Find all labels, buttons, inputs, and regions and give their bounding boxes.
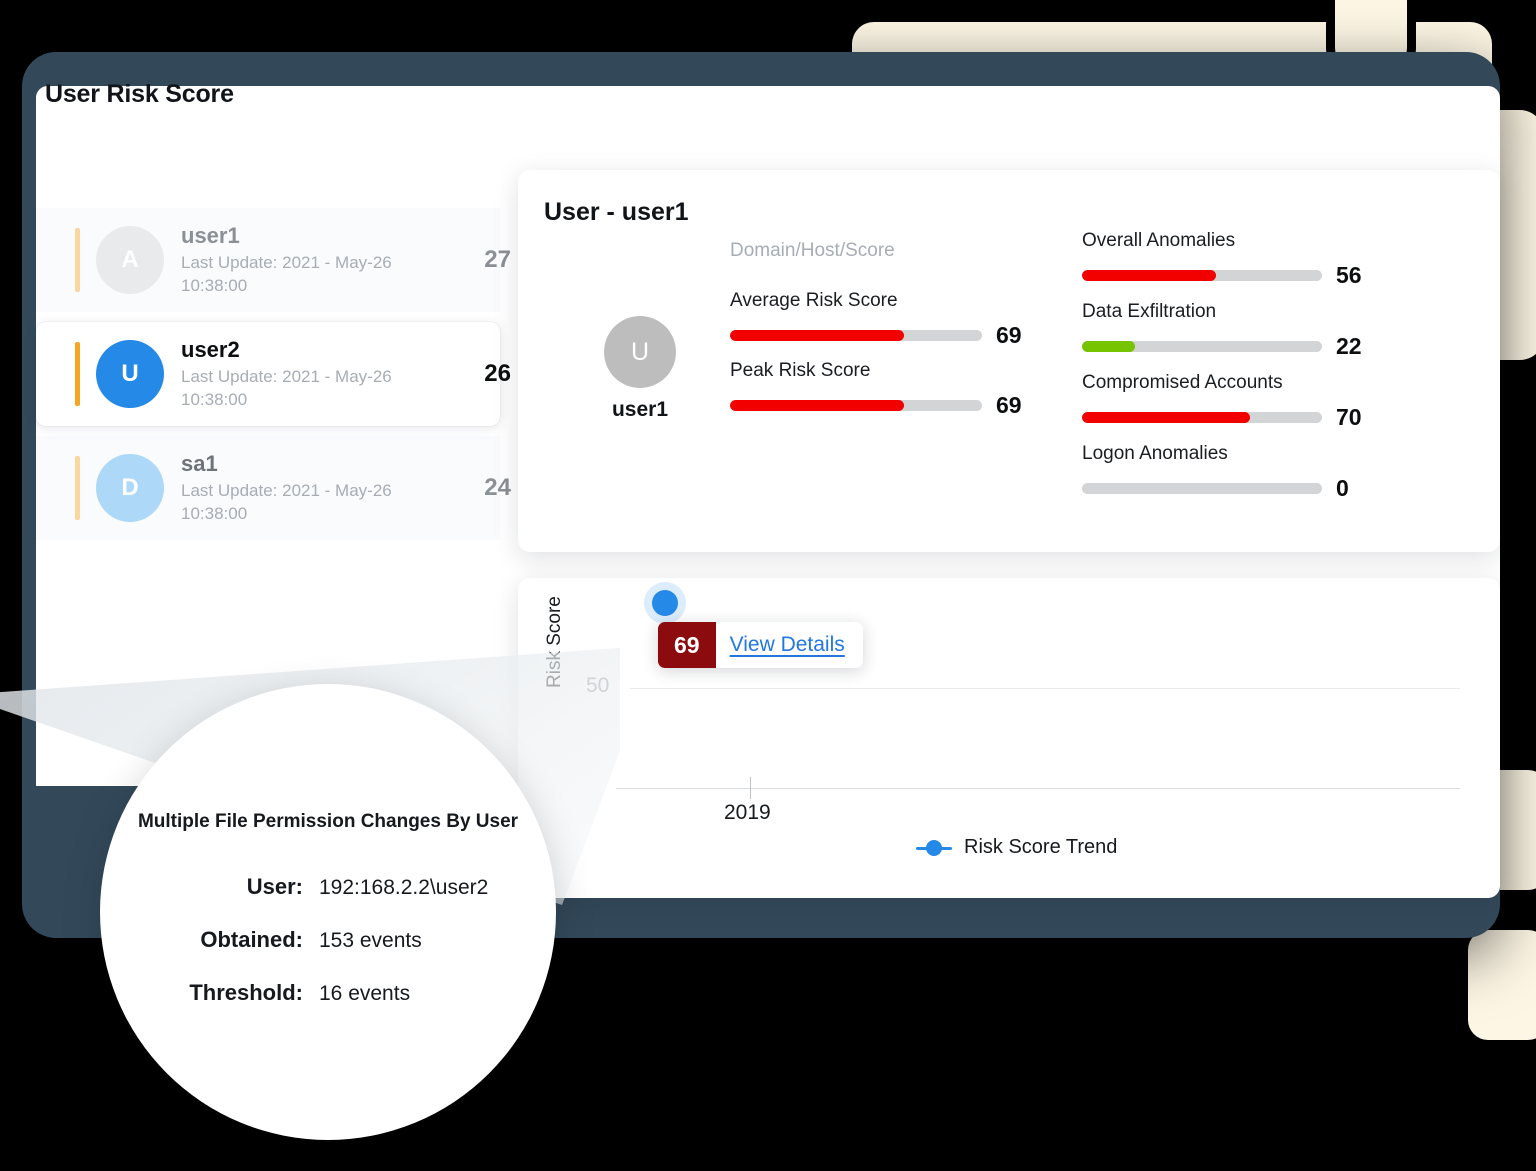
- metric-label: Logon Anomalies: [1082, 443, 1228, 464]
- metric-value: 22: [1336, 333, 1362, 359]
- metric-compromised-accounts: Compromised Accounts 70: [1082, 372, 1370, 431]
- chart-x-tick-label: 2019: [724, 801, 771, 824]
- metric-peak-risk-score: Peak Risk Score 69: [730, 360, 1030, 419]
- progress-bar: [1082, 412, 1322, 423]
- metric-value: 70: [1336, 404, 1362, 430]
- user-score: 24: [484, 474, 511, 501]
- user-name: user1: [181, 223, 240, 249]
- avatar: A: [96, 226, 164, 294]
- magnifier-title: Multiple File Permission Changes By User: [137, 811, 519, 832]
- metric-data-exfiltration: Data Exfiltration 22: [1082, 301, 1370, 360]
- chart-gridline: [630, 688, 1460, 689]
- row-accent-bar: [75, 342, 80, 406]
- user-score: 27: [484, 246, 511, 273]
- legend-label: Risk Score Trend: [964, 836, 1118, 858]
- avatar: U: [604, 316, 676, 388]
- domain-host-score-label: Domain/Host/Score: [730, 240, 895, 261]
- metric-value: 0: [1336, 475, 1349, 501]
- user-last-update: Last Update: 2021 - May-26 10:38:00: [181, 367, 392, 410]
- user-detail-card: User - user1 U user1 Domain/Host/Score A…: [518, 170, 1500, 552]
- field-label: Obtained:: [200, 927, 303, 952]
- magnifier-lens: Multiple File Permission Changes By User…: [100, 684, 556, 1140]
- field-label: Threshold:: [189, 980, 303, 1005]
- chart-y-tick-label: 50: [586, 674, 610, 697]
- chart-x-axis: [616, 788, 1460, 789]
- risk-score-trend-chart-card: Risk Score 50 2019 69 View Details Risk …: [518, 578, 1500, 898]
- metric-label: Peak Risk Score: [730, 360, 871, 381]
- chart-x-tick-mark: [750, 777, 751, 799]
- user-last-update: Last Update: 2021 - May-26 10:38:00: [181, 253, 392, 296]
- metric-label: Data Exfiltration: [1082, 301, 1217, 322]
- metric-value: 69: [996, 322, 1022, 348]
- list-item[interactable]: D sa1 Last Update: 2021 - May-26 10:38:0…: [36, 436, 511, 540]
- progress-bar-fill: [730, 330, 904, 341]
- progress-bar-fill: [1082, 270, 1217, 281]
- chart-legend: Risk Score Trend: [916, 836, 1117, 859]
- tooltip-score-badge: 69: [658, 622, 716, 668]
- user-score: 26: [484, 360, 511, 387]
- progress-bar: [1082, 341, 1322, 352]
- list-item[interactable]: U user2 Last Update: 2021 - May-26 10:38…: [36, 322, 511, 426]
- progress-bar-fill: [1082, 412, 1250, 423]
- view-details-link[interactable]: View Details: [716, 622, 863, 668]
- user-name: sa1: [181, 451, 218, 477]
- legend-marker-icon: [916, 839, 952, 856]
- metric-label: Average Risk Score: [730, 290, 898, 311]
- decorative-tab-right-lower: [1468, 930, 1536, 1040]
- progress-bar-fill: [1082, 341, 1135, 352]
- magnifier-field-obtained: Obtained: 153 events: [100, 927, 556, 953]
- row-accent-bar: [75, 456, 80, 520]
- metric-label: Overall Anomalies: [1082, 230, 1236, 251]
- progress-bar: [1082, 270, 1322, 281]
- metric-label: Compromised Accounts: [1082, 372, 1283, 393]
- field-value: 192:168.2.2\user2: [319, 876, 489, 899]
- magnifier-field-threshold: Threshold: 16 events: [100, 980, 556, 1006]
- user-last-update: Last Update: 2021 - May-26 10:38:00: [181, 481, 392, 524]
- row-accent-bar: [75, 228, 80, 292]
- progress-bar: [730, 330, 982, 341]
- list-item[interactable]: A user1 Last Update: 2021 - May-26 10:38…: [36, 208, 511, 312]
- metric-value: 69: [996, 392, 1022, 418]
- user-name: user2: [181, 337, 240, 363]
- field-value: 16 events: [319, 982, 411, 1005]
- metric-value: 56: [1336, 262, 1362, 288]
- metric-overall-anomalies: Overall Anomalies 56: [1082, 230, 1370, 289]
- avatar: U: [96, 340, 164, 408]
- chart-tooltip[interactable]: 69 View Details: [658, 622, 863, 668]
- detail-card-title: User - user1: [544, 198, 689, 226]
- progress-bar: [1082, 483, 1322, 494]
- chart-data-point[interactable]: [652, 590, 678, 616]
- metric-average-risk-score: Average Risk Score 69: [730, 290, 1030, 349]
- detail-avatar-name: user1: [611, 398, 669, 421]
- magnifier-field-user: User: 192:168.2.2\user2: [100, 874, 556, 900]
- field-value: 153 events: [319, 929, 422, 952]
- field-label: User:: [246, 874, 303, 899]
- page-title: User Risk Score: [45, 80, 234, 108]
- avatar: D: [96, 454, 164, 522]
- chart-y-axis-title: Risk Score: [544, 596, 565, 688]
- progress-bar: [730, 400, 982, 411]
- metric-logon-anomalies: Logon Anomalies 0: [1082, 443, 1370, 502]
- progress-bar-fill: [730, 400, 904, 411]
